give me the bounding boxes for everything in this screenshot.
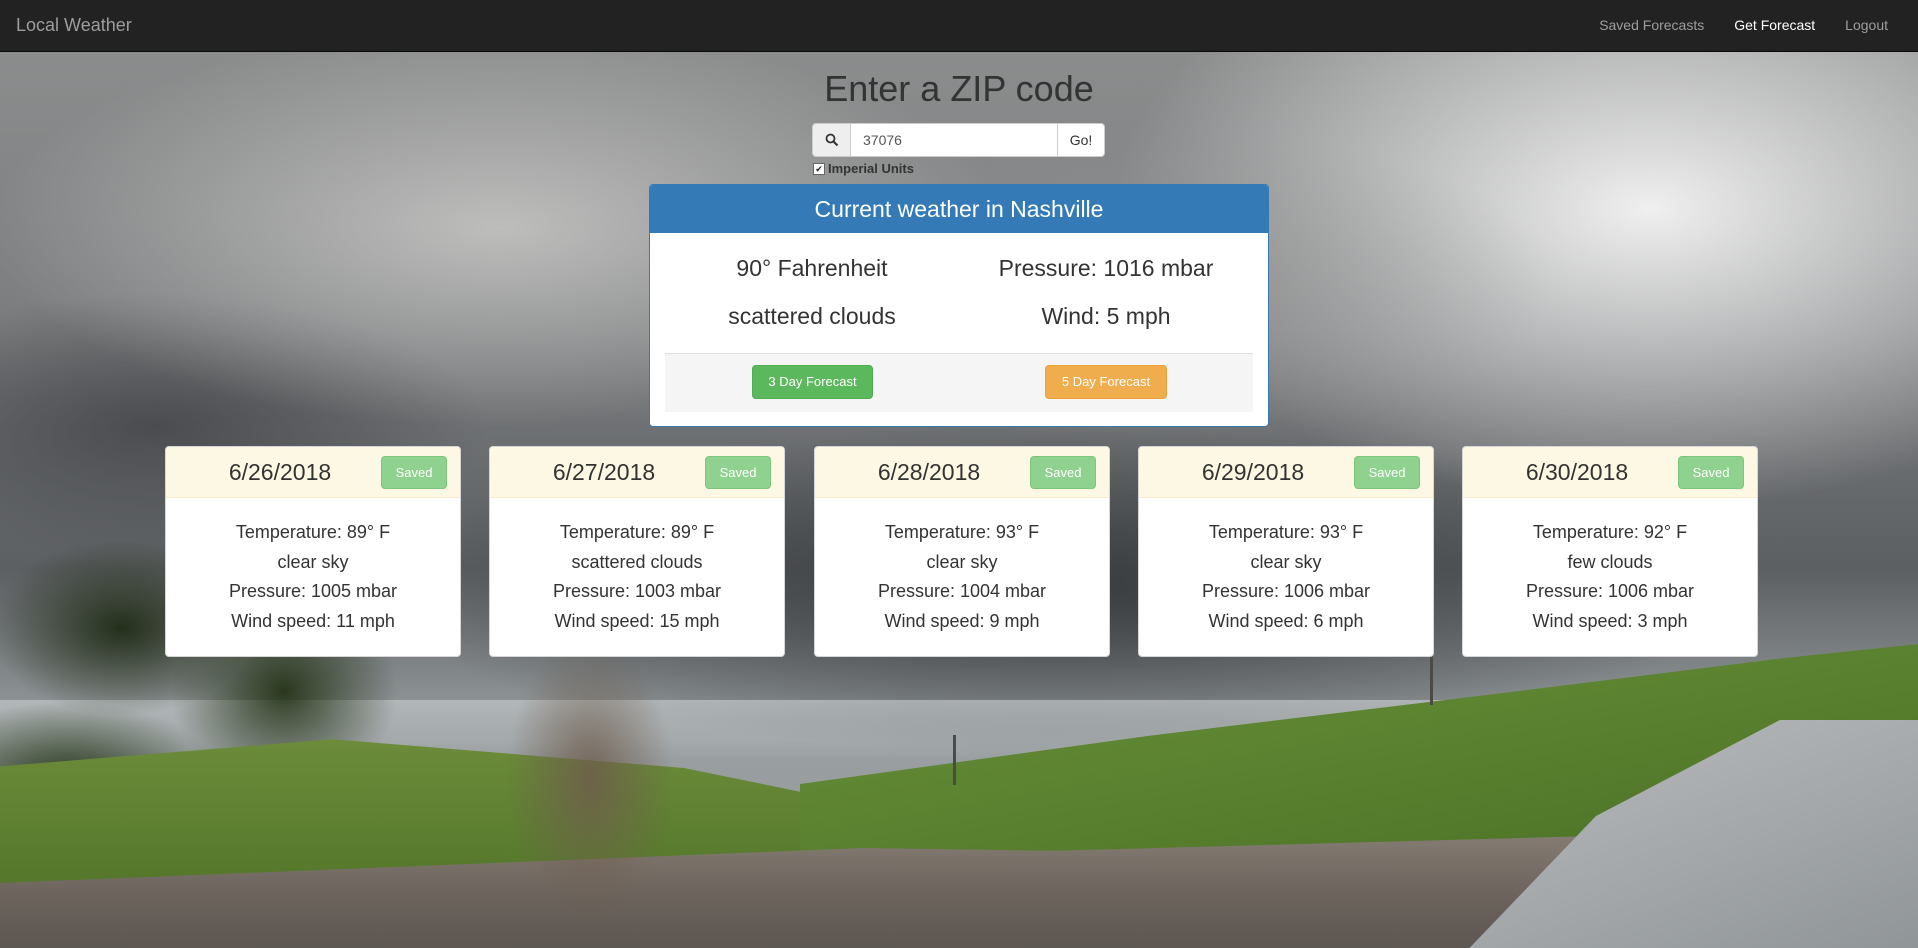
brand-link[interactable]: Local Weather	[16, 0, 132, 50]
search-icon	[825, 133, 838, 147]
saved-button[interactable]: Saved	[1678, 456, 1744, 489]
current-temperature: 90° Fahrenheit	[736, 255, 888, 281]
current-wind: Wind: 5 mph	[1041, 303, 1171, 329]
forecast-card: 6/28/2018 Saved Temperature: 93° F clear…	[814, 446, 1110, 657]
forecast-description: few clouds	[1567, 551, 1653, 572]
forecast-card: 6/29/2018 Saved Temperature: 93° F clear…	[1138, 446, 1434, 657]
forecast-temperature: Temperature: 89° F	[559, 522, 715, 542]
forecast-date: 6/28/2018	[877, 459, 981, 485]
forecast-pressure: Pressure: 1004 mbar	[877, 581, 1047, 601]
forecast-wind: Wind speed: 3 mph	[1532, 610, 1688, 631]
saved-button[interactable]: Saved	[1030, 456, 1096, 489]
forecast-description: scattered clouds	[571, 551, 703, 572]
forecast-card-header: 6/30/2018 Saved	[1463, 447, 1757, 498]
forecast-description: clear sky	[277, 551, 349, 572]
checkbox-checked-icon[interactable]: ✔	[813, 162, 825, 175]
forecast-pressure: Pressure: 1006 mbar	[1525, 581, 1695, 601]
imperial-units-toggle[interactable]: ✔ Imperial Units	[813, 161, 914, 176]
forecast-description: clear sky	[926, 551, 998, 572]
forecast-pressure: Pressure: 1005 mbar	[228, 581, 398, 601]
forecast-date: 6/26/2018	[228, 459, 332, 485]
current-pressure: Pressure: 1016 mbar	[998, 255, 1214, 281]
search-addon	[812, 123, 851, 157]
forecast-date: 6/29/2018	[1201, 459, 1305, 485]
nav-logout[interactable]: Logout	[1830, 0, 1903, 50]
forecast-wind: Wind speed: 11 mph	[231, 610, 395, 631]
forecast-card-body: Temperature: 93° F clear sky Pressure: 1…	[815, 498, 1109, 636]
zip-input[interactable]	[851, 123, 1058, 157]
forecast-wind: Wind speed: 9 mph	[884, 610, 1040, 631]
forecast-card: 6/30/2018 Saved Temperature: 92° F few c…	[1462, 446, 1758, 657]
forecast-card-header: 6/29/2018 Saved	[1139, 447, 1433, 498]
forecast-card-body: Temperature: 89° F clear sky Pressure: 1…	[166, 498, 460, 636]
current-weather-panel: Current weather in Nashville 90° Fahrenh…	[649, 184, 1269, 427]
current-weather-header: Current weather in Nashville	[650, 185, 1268, 233]
navbar: Local Weather Saved Forecasts Get Foreca…	[0, 0, 1918, 52]
current-weather-footer: 3 Day Forecast 5 Day Forecast	[665, 353, 1253, 412]
forecast-card: 6/26/2018 Saved Temperature: 89° F clear…	[165, 446, 461, 657]
three-day-forecast-button[interactable]: 3 Day Forecast	[752, 365, 873, 399]
forecast-card-header: 6/27/2018 Saved	[490, 447, 784, 498]
forecast-date: 6/27/2018	[552, 459, 656, 485]
go-button[interactable]: Go!	[1058, 123, 1105, 157]
forecast-description: clear sky	[1250, 551, 1322, 572]
five-day-forecast-button[interactable]: 5 Day Forecast	[1045, 365, 1167, 399]
main-content: Enter a ZIP code Go! ✔ Imperial Units Cu…	[0, 0, 1918, 948]
forecast-temperature: Temperature: 92° F	[1532, 522, 1688, 542]
nav-links: Saved Forecasts Get Forecast Logout	[1584, 0, 1903, 50]
saved-button[interactable]: Saved	[381, 456, 447, 489]
current-description: scattered clouds	[728, 303, 896, 329]
forecast-card-header: 6/28/2018 Saved	[815, 447, 1109, 498]
imperial-units-label: Imperial Units	[828, 161, 914, 176]
forecast-card-body: Temperature: 89° F scattered clouds Pres…	[490, 498, 784, 636]
zip-search-group: Go!	[812, 123, 1105, 157]
forecast-card-body: Temperature: 93° F clear sky Pressure: 1…	[1139, 498, 1433, 636]
forecast-date: 6/30/2018	[1525, 459, 1629, 485]
saved-button[interactable]: Saved	[705, 456, 771, 489]
nav-saved-forecasts[interactable]: Saved Forecasts	[1584, 0, 1719, 50]
forecast-card: 6/27/2018 Saved Temperature: 89° F scatt…	[489, 446, 785, 657]
forecast-temperature: Temperature: 89° F	[235, 522, 391, 542]
page-title: Enter a ZIP code	[824, 68, 1094, 109]
forecast-temperature: Temperature: 93° F	[1208, 522, 1364, 542]
nav-get-forecast[interactable]: Get Forecast	[1719, 0, 1830, 50]
forecast-temperature: Temperature: 93° F	[884, 522, 1040, 542]
forecast-wind: Wind speed: 6 mph	[1208, 610, 1364, 631]
saved-button[interactable]: Saved	[1354, 456, 1420, 489]
forecast-card-body: Temperature: 92° F few clouds Pressure: …	[1463, 498, 1757, 636]
forecast-pressure: Pressure: 1006 mbar	[1201, 581, 1371, 601]
forecast-wind: Wind speed: 15 mph	[554, 610, 720, 631]
forecast-card-header: 6/26/2018 Saved	[166, 447, 460, 498]
forecast-pressure: Pressure: 1003 mbar	[552, 581, 722, 601]
